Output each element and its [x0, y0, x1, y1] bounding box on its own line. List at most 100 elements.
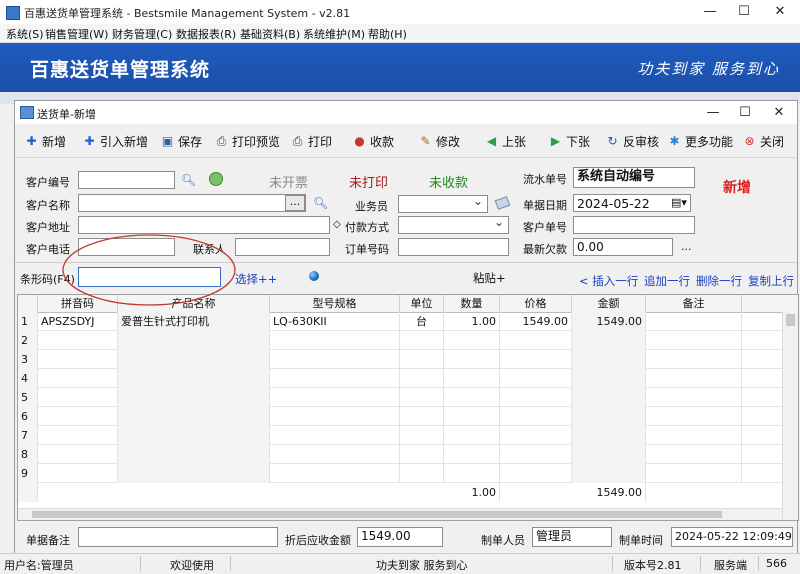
cell-unit[interactable] [400, 407, 444, 426]
cell-qty[interactable] [444, 388, 500, 407]
cell-code[interactable] [38, 407, 118, 426]
cell-code[interactable] [38, 331, 118, 350]
cell-unit[interactable] [400, 426, 444, 445]
payment-method-select[interactable] [398, 216, 509, 234]
cell-price[interactable] [500, 426, 572, 445]
menu-basic-data[interactable]: 基础资料(B) [240, 26, 300, 42]
cell-amount[interactable]: 1549.00 [572, 312, 646, 331]
cell-model[interactable] [270, 350, 400, 369]
cell-model[interactable]: LQ-630KII [270, 312, 400, 331]
remark-input[interactable] [78, 527, 278, 547]
customer-search-icon[interactable]: 🔍︎ [313, 196, 328, 210]
next-record-button[interactable]: ▶ 下张 [549, 133, 590, 149]
table-row[interactable]: 5 [18, 388, 782, 407]
cell-amount[interactable] [572, 331, 646, 350]
cell-unit[interactable] [400, 464, 444, 483]
cell-remark[interactable] [646, 350, 742, 369]
cell-code[interactable] [38, 369, 118, 388]
menu-reports[interactable]: 数据报表(R) [176, 26, 236, 42]
globe-icon[interactable] [309, 271, 319, 281]
cell-model[interactable] [270, 331, 400, 350]
customer-no-input[interactable] [78, 171, 175, 189]
cell-code[interactable] [38, 350, 118, 369]
refresh-customer-icon[interactable] [209, 172, 223, 186]
cell-name[interactable] [118, 464, 270, 483]
cell-code[interactable]: APSZSDYJ [38, 312, 118, 331]
cell-qty[interactable] [444, 426, 500, 445]
cell-code[interactable] [38, 426, 118, 445]
cell-model[interactable] [270, 445, 400, 464]
table-row[interactable]: 3 [18, 350, 782, 369]
delete-row-link[interactable]: 删除一行 [696, 273, 742, 289]
cell-qty[interactable] [444, 331, 500, 350]
cell-unit[interactable] [400, 388, 444, 407]
cell-qty[interactable] [444, 445, 500, 464]
cell-code[interactable] [38, 464, 118, 483]
more-functions-button[interactable]: ✱ 更多功能 [668, 133, 733, 149]
column-header[interactable]: 数量 [444, 295, 500, 312]
menu-maintenance[interactable]: 系统维护(M) [303, 26, 365, 42]
cell-code[interactable] [38, 388, 118, 407]
cell-amount[interactable] [572, 407, 646, 426]
cell-remark[interactable] [646, 407, 742, 426]
table-row[interactable]: 2 [18, 331, 782, 350]
collect-payment-button[interactable]: ● 收款 [353, 133, 394, 149]
new-button[interactable]: ✚ 新增 [25, 133, 66, 149]
copy-row-link[interactable]: 复制上行 [748, 273, 794, 289]
outer-maximize-button[interactable]: ☐ [726, 0, 762, 24]
order-no-input[interactable] [398, 238, 509, 256]
table-row[interactable]: 8 [18, 445, 782, 464]
cell-amount[interactable] [572, 369, 646, 388]
customer-name-input[interactable] [78, 194, 306, 212]
dialog-close-button[interactable]: ✕ [761, 101, 797, 125]
unaudit-button[interactable]: ↻ 反审核 [606, 133, 659, 149]
address-picker-icon[interactable]: ◇ [333, 219, 341, 230]
cell-model[interactable] [270, 464, 400, 483]
cell-remark[interactable] [646, 331, 742, 350]
dialog-minimize-button[interactable]: — [695, 101, 731, 125]
cell-name[interactable] [118, 407, 270, 426]
column-header[interactable]: 价格 [500, 295, 572, 312]
cell-model[interactable] [270, 407, 400, 426]
cell-name[interactable] [118, 445, 270, 464]
cell-price[interactable] [500, 331, 572, 350]
edit-button[interactable]: ✎ 修改 [419, 133, 460, 149]
previous-record-button[interactable]: ◀ 上张 [485, 133, 526, 149]
vertical-scrollbar[interactable] [782, 312, 798, 520]
cell-qty[interactable] [444, 464, 500, 483]
cell-unit[interactable] [400, 350, 444, 369]
cell-model[interactable] [270, 369, 400, 388]
print-button[interactable]: ⎙ 打印 [291, 133, 332, 149]
column-header[interactable]: 单位 [400, 295, 444, 312]
cell-name[interactable] [118, 350, 270, 369]
cell-amount[interactable] [572, 464, 646, 483]
cell-name[interactable] [118, 369, 270, 388]
eraser-icon[interactable] [494, 196, 511, 210]
import-new-button[interactable]: ✚ 引入新增 [83, 133, 148, 149]
table-row[interactable]: 7 [18, 426, 782, 445]
cell-model[interactable] [270, 388, 400, 407]
cell-amount[interactable] [572, 445, 646, 464]
cell-qty[interactable] [444, 407, 500, 426]
vertical-scroll-thumb[interactable] [786, 314, 795, 326]
table-row[interactable]: 1 APSZSDYJ 爱普生针式打印机 LQ-630KII 台 1.00 1549.00 15… [18, 312, 782, 331]
cell-remark[interactable] [646, 445, 742, 464]
table-row[interactable]: 4 [18, 369, 782, 388]
paste-link[interactable]: 粘贴+ [473, 270, 506, 286]
cell-remark[interactable] [646, 426, 742, 445]
contact-input[interactable] [235, 238, 330, 256]
cell-name[interactable] [118, 426, 270, 445]
horizontal-scroll-thumb[interactable] [32, 511, 722, 518]
calendar-icon[interactable]: ▤▾ [671, 196, 687, 209]
close-document-button[interactable]: ⊗ 关闭 [743, 133, 784, 149]
outer-minimize-button[interactable]: — [692, 0, 728, 24]
cell-unit[interactable] [400, 331, 444, 350]
outer-close-button[interactable]: ✕ [762, 0, 798, 24]
dialog-maximize-button[interactable]: ☐ [727, 101, 763, 125]
append-row-link[interactable]: 追加一行 [644, 273, 690, 289]
salesperson-select[interactable] [398, 195, 488, 213]
customer-doc-no-input[interactable] [573, 216, 695, 234]
insert-row-link[interactable]: < 插入一行 [579, 273, 638, 289]
cell-unit[interactable]: 台 [400, 312, 444, 331]
cell-price[interactable] [500, 369, 572, 388]
